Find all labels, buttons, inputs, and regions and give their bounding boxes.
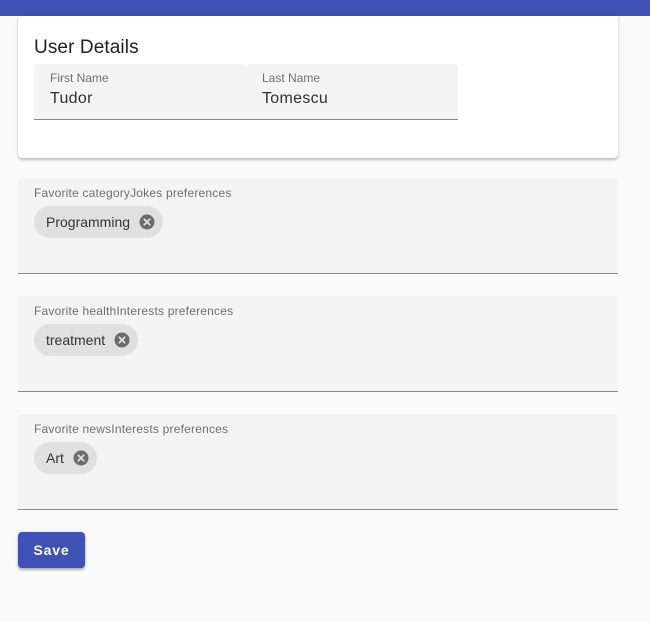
cancel-circle-icon[interactable]: [73, 450, 89, 466]
news-preferences-field[interactable]: Favorite newsInterests preferences Art: [18, 414, 618, 510]
first-name-value[interactable]: Tudor: [50, 90, 93, 108]
top-app-bar: [0, 0, 650, 16]
chip-label: Programming: [46, 214, 131, 230]
chip-treatment: treatment: [34, 324, 139, 356]
user-details-card: User Details First Name Tudor Last Name …: [18, 16, 618, 158]
first-name-field[interactable]: First Name Tudor: [34, 64, 246, 120]
health-preferences-label: Favorite healthInterests preferences: [34, 304, 234, 318]
chip-label: treatment: [46, 332, 106, 348]
jokes-preferences-field[interactable]: Favorite categoryJokes preferences Progr…: [18, 178, 618, 274]
chip-art: Art: [34, 442, 97, 474]
jokes-preferences-label: Favorite categoryJokes preferences: [34, 186, 232, 200]
last-name-field[interactable]: Last Name Tomescu: [246, 64, 458, 120]
health-preferences-field[interactable]: Favorite healthInterests preferences tre…: [18, 296, 618, 392]
cancel-circle-icon[interactable]: [114, 332, 130, 348]
last-name-label: Last Name: [262, 71, 321, 85]
card-title: User Details: [34, 37, 139, 58]
chip-label: Art: [46, 450, 64, 466]
news-preferences-label: Favorite newsInterests preferences: [34, 422, 229, 436]
chip-programming: Programming: [34, 206, 164, 238]
cancel-circle-icon[interactable]: [139, 214, 155, 230]
save-button[interactable]: Save: [18, 532, 85, 568]
first-name-label: First Name: [50, 71, 109, 85]
last-name-value[interactable]: Tomescu: [262, 90, 328, 108]
